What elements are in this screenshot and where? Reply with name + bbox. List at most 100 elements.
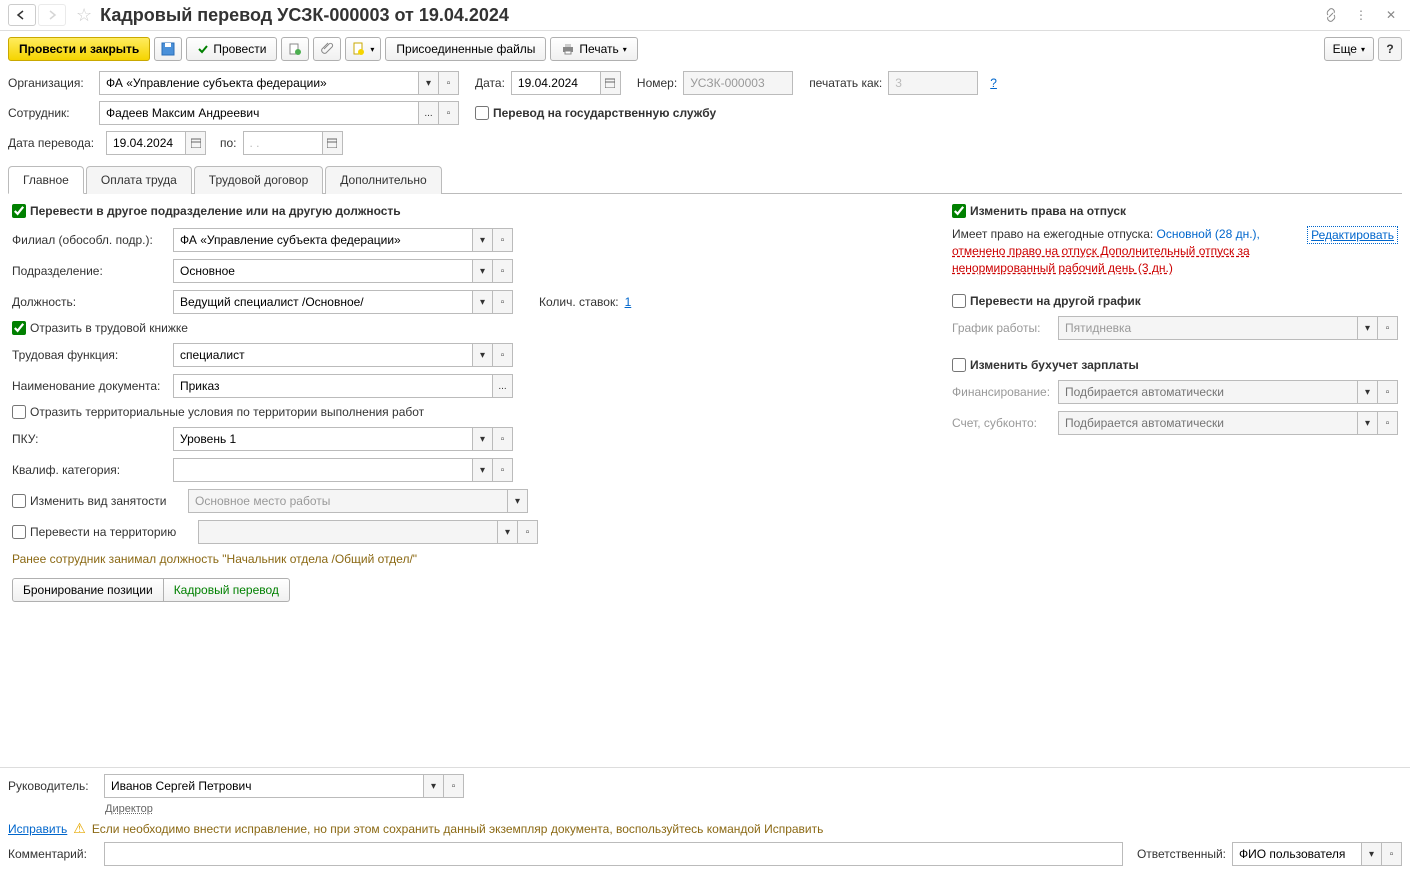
branch-open[interactable]: ▫ [493, 228, 513, 252]
employee-open[interactable]: ▫ [439, 101, 459, 125]
to-date-input[interactable] [243, 131, 323, 155]
docname-input[interactable] [173, 374, 493, 398]
to-date-picker[interactable] [323, 131, 343, 155]
save-button[interactable] [154, 37, 182, 61]
qualif-open[interactable]: ▫ [493, 458, 513, 482]
post-close-button[interactable]: Провести и закрыть [8, 37, 150, 61]
date-picker[interactable] [601, 71, 621, 95]
pku-open[interactable]: ▫ [493, 427, 513, 451]
dept-input[interactable] [173, 259, 473, 283]
financing-label: Финансирование: [952, 385, 1052, 399]
account-open[interactable]: ▫ [1378, 411, 1398, 435]
director-link[interactable]: Директор [105, 803, 153, 815]
qualif-label: Квалиф. категория: [12, 463, 167, 477]
manager-input[interactable] [104, 774, 424, 798]
edit-vacation-link[interactable]: Редактировать [1307, 226, 1398, 244]
account-dropdown[interactable]: ▾ [1358, 411, 1378, 435]
financing-open[interactable]: ▫ [1378, 380, 1398, 404]
star-icon[interactable]: ☆ [76, 5, 92, 26]
comment-input[interactable] [104, 842, 1123, 866]
employee-input[interactable] [99, 101, 419, 125]
transfer-date-input[interactable] [106, 131, 186, 155]
responsible-input[interactable] [1232, 842, 1362, 866]
gov-service-checkbox[interactable]: Перевод на государственную службу [475, 106, 716, 120]
doc-menu-button[interactable]: ▾ [345, 37, 381, 61]
create-based-button[interactable] [281, 37, 309, 61]
qualif-input[interactable] [173, 458, 473, 482]
tab-contract[interactable]: Трудовой договор [194, 166, 323, 194]
position-dropdown[interactable]: ▾ [473, 290, 493, 314]
territory2-checkbox[interactable]: Перевести на территорию [12, 525, 192, 539]
booking-button[interactable]: Бронирование позиции [12, 578, 164, 602]
manager-dropdown[interactable]: ▾ [424, 774, 444, 798]
transfer-button[interactable]: Кадровый перевод [164, 578, 290, 602]
employee-select[interactable]: ... [419, 101, 439, 125]
employment-input [188, 489, 508, 513]
link-icon[interactable] [1320, 4, 1342, 26]
pku-label: ПКУ: [12, 432, 167, 446]
branch-dropdown[interactable]: ▾ [473, 228, 493, 252]
print-as-input[interactable] [888, 71, 978, 95]
fix-link[interactable]: Исправить [8, 822, 67, 836]
transfer-date-picker[interactable] [186, 131, 206, 155]
employment-dropdown[interactable]: ▾ [508, 489, 528, 513]
position-input[interactable] [173, 290, 473, 314]
accounting-checkbox[interactable]: Изменить бухучет зарплаты [952, 358, 1398, 372]
date-input[interactable] [511, 71, 601, 95]
workbook-checkbox[interactable]: Отразить в трудовой книжке [12, 321, 932, 335]
schedule-input [1058, 316, 1358, 340]
function-open[interactable]: ▫ [493, 343, 513, 367]
attached-files-button[interactable]: Присоединенные файлы [385, 37, 546, 61]
print-as-help[interactable]: ? [990, 76, 997, 90]
forward-button[interactable] [38, 4, 66, 26]
function-dropdown[interactable]: ▾ [473, 343, 493, 367]
tab-main[interactable]: Главное [8, 166, 84, 194]
schedule-open[interactable]: ▫ [1378, 316, 1398, 340]
position-label: Должность: [12, 295, 167, 309]
schedule-dropdown[interactable]: ▾ [1358, 316, 1378, 340]
org-open[interactable]: ▫ [439, 71, 459, 95]
post-button[interactable]: Провести [186, 37, 277, 61]
territory2-open[interactable]: ▫ [518, 520, 538, 544]
territory-checkbox[interactable]: Отразить территориальные условия по терр… [12, 405, 932, 419]
org-dropdown[interactable]: ▾ [419, 71, 439, 95]
qualif-dropdown[interactable]: ▾ [473, 458, 493, 482]
back-button[interactable] [8, 4, 36, 26]
docname-select[interactable]: ... [493, 374, 513, 398]
kebab-icon[interactable]: ⋮ [1350, 4, 1372, 26]
transfer-dept-checkbox[interactable]: Перевести в другое подразделение или на … [12, 204, 932, 218]
org-input[interactable] [99, 71, 419, 95]
more-button[interactable]: Еще ▾ [1324, 37, 1374, 61]
window-title: Кадровый перевод УСЗК-000003 от 19.04.20… [100, 5, 1320, 26]
tab-payment[interactable]: Оплата труда [86, 166, 192, 194]
tab-additional[interactable]: Дополнительно [325, 166, 441, 194]
org-label: Организация: [8, 76, 93, 90]
territory2-input [198, 520, 498, 544]
attach-button[interactable] [313, 37, 341, 61]
number-input [683, 71, 793, 95]
responsible-open[interactable]: ▫ [1382, 842, 1402, 866]
fix-note: Если необходимо внести исправление, но п… [92, 822, 824, 836]
close-icon[interactable]: ✕ [1380, 4, 1402, 26]
branch-input[interactable] [173, 228, 473, 252]
rates-link[interactable]: 1 [625, 295, 632, 309]
dept-open[interactable]: ▫ [493, 259, 513, 283]
schedule-checkbox[interactable]: Перевести на другой график [952, 294, 1398, 308]
dept-dropdown[interactable]: ▾ [473, 259, 493, 283]
pku-input[interactable] [173, 427, 473, 451]
help-button[interactable]: ? [1378, 37, 1402, 61]
territory2-dropdown[interactable]: ▾ [498, 520, 518, 544]
vacation-rights-text: Имеет право на ежегодные отпуска: Основн… [952, 226, 1292, 276]
dept-label: Подразделение: [12, 264, 167, 278]
manager-open[interactable]: ▫ [444, 774, 464, 798]
vacation-rights-checkbox[interactable]: Изменить права на отпуск [952, 204, 1398, 218]
function-input[interactable] [173, 343, 473, 367]
print-button[interactable]: Печать▾ [550, 37, 637, 61]
responsible-dropdown[interactable]: ▾ [1362, 842, 1382, 866]
responsible-label: Ответственный: [1137, 847, 1226, 861]
pku-dropdown[interactable]: ▾ [473, 427, 493, 451]
previous-position-note: Ранее сотрудник занимал должность "Начал… [12, 552, 932, 566]
financing-dropdown[interactable]: ▾ [1358, 380, 1378, 404]
position-open[interactable]: ▫ [493, 290, 513, 314]
employment-checkbox[interactable]: Изменить вид занятости [12, 494, 182, 508]
